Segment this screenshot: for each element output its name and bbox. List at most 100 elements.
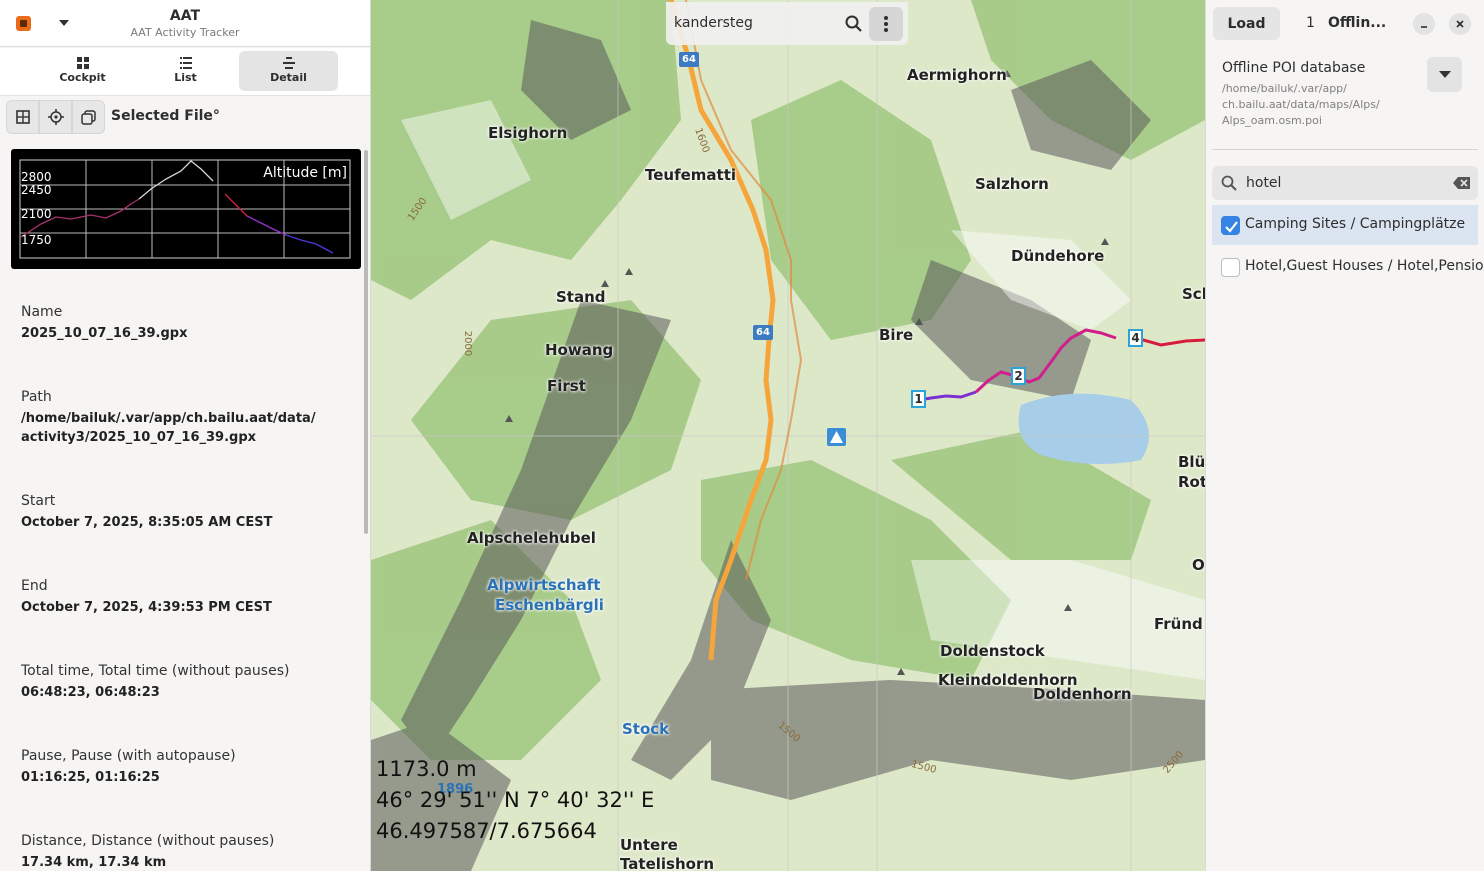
graph-tick-2450: 2450	[21, 183, 52, 197]
graph-tick-2800: 2800	[21, 170, 52, 184]
map-label: Dündehore	[1011, 247, 1105, 265]
selected-file-label: Selected File°	[111, 108, 220, 124]
map-search-input[interactable]	[674, 9, 844, 37]
peak-icon	[505, 415, 513, 422]
search-icon[interactable]	[844, 14, 864, 34]
close-button[interactable]	[1449, 13, 1471, 35]
map-label: O	[1192, 556, 1205, 574]
view-switcher: Cockpit List Detail	[0, 48, 370, 96]
map-label: Elsighorn	[488, 124, 568, 142]
map-label: Sch	[1182, 285, 1205, 303]
detail-pause: Pause, Pause (with autopause) 01:16:25, …	[21, 748, 361, 787]
detail-toolbar: Selected File°	[6, 99, 366, 135]
map-label: Teufematti	[645, 166, 737, 184]
map-label: Doldenstock	[940, 642, 1045, 660]
poi-title: Offlin...	[1328, 15, 1387, 31]
detail-total-time: Total time, Total time (without pauses) …	[21, 663, 361, 702]
detail-key: Pause, Pause (with autopause)	[21, 748, 236, 764]
detail-icon	[282, 57, 295, 69]
detail-key: Distance, Distance (without pauses)	[21, 833, 275, 849]
tab-detail[interactable]: Detail	[239, 51, 338, 91]
map-label: Blü	[1178, 453, 1205, 471]
app-title: AAT	[169, 8, 201, 24]
map-label: Eschenbärgli	[495, 596, 604, 614]
details-scrollbar[interactable]	[364, 150, 368, 534]
copy-button[interactable]	[72, 100, 105, 134]
graph-tick-1750: 1750	[21, 233, 52, 247]
waypoint-marker[interactable]: 2	[1011, 367, 1026, 385]
poi-database-path: /home/bailuk/.var/app/ ch.bailu.aat/data…	[1222, 82, 1380, 127]
detail-value: /home/bailuk/.var/app/ch.bailu.aat/data/…	[21, 411, 316, 445]
peak-icon	[601, 280, 609, 287]
poi-count: 1	[1306, 15, 1315, 31]
map-label: Bire	[879, 326, 914, 344]
map-label: Alpschelehubel	[467, 529, 596, 547]
waypoint-marker[interactable]: 4	[1128, 329, 1143, 347]
center-location-button[interactable]	[39, 100, 72, 134]
search-icon	[1221, 175, 1237, 191]
frame-icon	[15, 110, 30, 124]
overview-button[interactable]	[6, 100, 39, 134]
poi-search-input[interactable]	[1246, 171, 1446, 195]
chevron-down-icon	[1438, 71, 1451, 78]
map-menu-button[interactable]	[869, 7, 903, 41]
detail-key: Path	[21, 389, 52, 405]
peak-icon	[1064, 604, 1072, 611]
altitude-readout: 1173.0 m	[376, 757, 477, 781]
peak-icon	[625, 268, 633, 275]
header-bar: AAT AAT Activity Tracker	[0, 0, 370, 47]
detail-value: 17.34 km, 17.34 km	[21, 855, 167, 870]
grid-icon	[76, 57, 89, 69]
tab-list[interactable]: List	[136, 51, 235, 91]
detail-end: End October 7, 2025, 4:39:53 PM CEST	[21, 578, 361, 617]
poi-header: Load 1 Offlin...	[1206, 0, 1484, 48]
detail-value: 2025_10_07_16_39.gpx	[21, 326, 188, 341]
map-label: First	[547, 377, 586, 395]
checkmark-icon	[1225, 221, 1238, 233]
copy-icon	[81, 109, 96, 125]
map-label: Salzhorn	[975, 175, 1049, 193]
map-label: Fründ	[1154, 615, 1203, 633]
route-shield-64: 64	[679, 52, 699, 67]
tab-cockpit-label: Cockpit	[59, 71, 106, 84]
waypoint-marker[interactable]: 1	[911, 390, 926, 408]
left-panel: AAT AAT Activity Tracker Cockpit List De…	[0, 0, 371, 871]
poi-database-info: Offline POI database /home/bailuk/.var/a…	[1222, 60, 1427, 129]
tab-cockpit[interactable]: Cockpit	[33, 51, 132, 91]
divider	[1212, 149, 1478, 150]
list-icon	[179, 57, 192, 69]
crosshair-icon	[47, 109, 64, 125]
database-dropdown-button[interactable]	[1427, 57, 1462, 92]
category-checkbox[interactable]	[1221, 258, 1240, 277]
minimize-button[interactable]	[1413, 13, 1435, 35]
detail-key: Total time, Total time (without pauses)	[21, 663, 290, 679]
poi-category-item[interactable]: Camping Sites / Campingplätze	[1212, 205, 1478, 245]
minimize-icon	[1421, 26, 1427, 28]
map-label: Stock	[622, 720, 670, 738]
map-label: Howang	[545, 341, 614, 359]
poi-category-item[interactable]: Hotel,Guest Houses / Hotel,Pension	[1212, 247, 1484, 287]
category-label: Camping Sites / Campingplätze	[1245, 216, 1466, 232]
map-search-bar	[666, 2, 908, 45]
route-shield-64: 64	[753, 325, 773, 340]
detail-key: End	[21, 578, 48, 594]
clear-text-icon[interactable]	[1453, 176, 1471, 190]
detail-path: Path /home/bailuk/.var/app/ch.bailu.aat/…	[21, 389, 361, 447]
altitude-graph: 2800 2450 2100 1750 Altitude [m]	[11, 149, 361, 269]
load-button[interactable]: Load	[1213, 7, 1280, 40]
map-label: Stand	[556, 288, 606, 306]
poi-search-field	[1212, 166, 1478, 200]
peak-icon	[897, 668, 905, 675]
poi-panel: Load 1 Offlin... Offline POI database /h…	[1205, 0, 1484, 871]
detail-name: Name 2025_10_07_16_39.gpx	[21, 304, 361, 343]
map-label: Rot	[1178, 473, 1205, 491]
detail-start: Start October 7, 2025, 8:35:05 AM CEST	[21, 493, 361, 532]
map-view[interactable]: 64 64 1 2 4 Aermighorn Elsighorn Teufema…	[371, 0, 1205, 871]
peak-icon	[1101, 238, 1109, 245]
app-subtitle: AAT Activity Tracker	[130, 26, 240, 39]
category-checkbox[interactable]	[1221, 216, 1240, 235]
graph-label: Altitude [m]	[263, 165, 347, 181]
category-label: Hotel,Guest Houses / Hotel,Pension	[1245, 258, 1484, 274]
tab-list-label: List	[174, 71, 197, 84]
map-label: Aermighorn	[907, 66, 1007, 84]
